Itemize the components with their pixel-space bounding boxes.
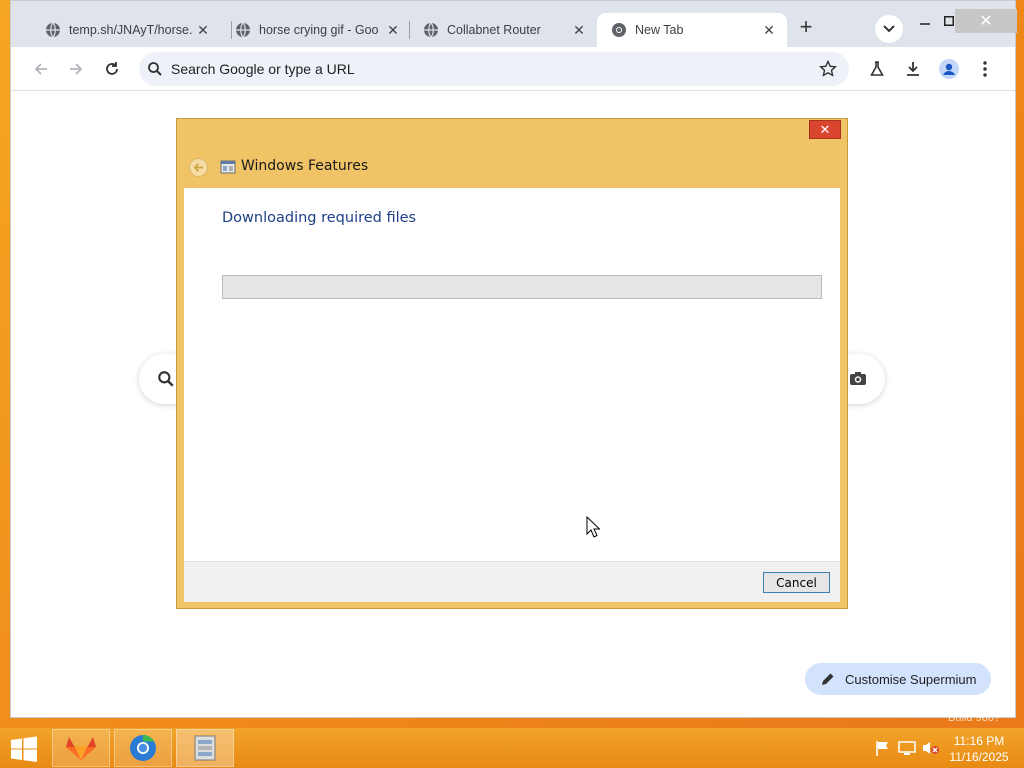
- tab-close-button[interactable]: ✕: [571, 22, 587, 38]
- new-tab-button[interactable]: +: [795, 16, 817, 39]
- chrome-icon: [130, 734, 156, 761]
- cancel-button[interactable]: Cancel: [763, 572, 830, 593]
- clock-date: 11/16/2025: [949, 750, 1009, 764]
- minimize-button[interactable]: [915, 9, 935, 33]
- build-watermark: Build 960?: [948, 712, 1000, 724]
- volume-muted-icon[interactable]: [922, 740, 940, 756]
- network-icon[interactable]: [898, 740, 916, 756]
- dialog-title: Windows Features: [241, 158, 369, 174]
- tab-title: Collabnet Router: [447, 23, 541, 37]
- download-progress-bar: [222, 275, 822, 299]
- windows-features-icon: [220, 160, 236, 174]
- globe-icon: [236, 22, 250, 38]
- chevron-down-icon: [883, 25, 895, 33]
- tab-strip: temp.sh/JNAyT/horse. ✕ horse crying gif …: [11, 1, 1017, 47]
- reload-button[interactable]: [100, 57, 124, 81]
- customise-supermium-button[interactable]: Customise Supermium: [805, 663, 991, 695]
- dialog-back-button[interactable]: [189, 158, 208, 177]
- taskbar: 11:16 PM 11/16/2025: [0, 728, 1024, 768]
- labs-button[interactable]: [865, 57, 889, 81]
- forward-button[interactable]: [64, 57, 88, 81]
- search-icon: [158, 371, 174, 387]
- fox-logo-icon: [66, 737, 96, 760]
- tab-new-tab[interactable]: New Tab ✕: [597, 13, 787, 47]
- chrome-icon: [612, 23, 626, 37]
- taskbar-app-browser[interactable]: [114, 729, 172, 767]
- globe-icon: [46, 22, 60, 38]
- downloads-button[interactable]: [901, 57, 925, 81]
- maximize-icon: [944, 16, 954, 26]
- back-arrow-icon: [34, 63, 47, 75]
- dialog-body: Downloading required files: [184, 188, 840, 561]
- back-button[interactable]: [29, 57, 53, 81]
- tab-title: New Tab: [635, 23, 684, 37]
- kebab-menu-icon: [983, 61, 987, 77]
- back-arrow-icon: [193, 163, 204, 172]
- forward-arrow-icon: [70, 63, 83, 75]
- tab-search-button[interactable]: [875, 15, 903, 43]
- customise-label: Customise Supermium: [845, 671, 977, 687]
- taskbar-clock[interactable]: 11:16 PM 11/16/2025: [940, 733, 1018, 765]
- taskbar-app-windows-features[interactable]: [176, 729, 234, 767]
- tab-close-button[interactable]: ✕: [195, 22, 211, 38]
- pencil-icon: [822, 673, 834, 685]
- menu-button[interactable]: [973, 57, 997, 81]
- tab-close-button[interactable]: ✕: [761, 22, 777, 38]
- window-close-button[interactable]: ✕: [955, 9, 1017, 33]
- clock-time: 11:16 PM: [953, 734, 1005, 748]
- tab-collabnet-router[interactable]: Collabnet Router ✕: [409, 13, 597, 47]
- windows-features-dialog: ✕ Windows Features Downloading required …: [176, 118, 848, 609]
- download-icon: [907, 62, 919, 76]
- browser-toolbar: [11, 47, 1015, 91]
- profile-icon: [939, 59, 959, 79]
- windows-logo-icon[interactable]: [10, 736, 38, 762]
- tab-close-button[interactable]: ✕: [385, 22, 401, 38]
- omnibox-input[interactable]: [171, 61, 771, 77]
- star-icon[interactable]: [819, 60, 837, 78]
- minimize-icon: [920, 23, 930, 25]
- profile-button[interactable]: [937, 57, 961, 81]
- dialog-footer: Cancel: [184, 561, 840, 602]
- taskbar-app-gitlab[interactable]: [52, 729, 110, 767]
- globe-icon: [424, 22, 438, 38]
- dialog-close-button[interactable]: ✕: [809, 120, 841, 139]
- reload-icon: [106, 62, 118, 75]
- tab-horse-crying-gif[interactable]: horse crying gif - Goo ✕: [221, 13, 411, 47]
- flask-icon: [870, 61, 884, 76]
- dialog-heading: Downloading required files: [222, 210, 417, 226]
- tab-title: temp.sh/JNAyT/horse.: [69, 23, 193, 37]
- mouse-cursor-icon: [586, 516, 600, 538]
- tab-title: horse crying gif - Goo: [259, 23, 379, 37]
- windows-features-icon: [194, 735, 216, 761]
- omnibox[interactable]: [139, 52, 849, 86]
- camera-icon[interactable]: [849, 371, 867, 387]
- flag-icon[interactable]: [874, 740, 892, 756]
- tab-temp-sh[interactable]: temp.sh/JNAyT/horse. ✕: [31, 13, 221, 47]
- search-icon: [148, 62, 162, 76]
